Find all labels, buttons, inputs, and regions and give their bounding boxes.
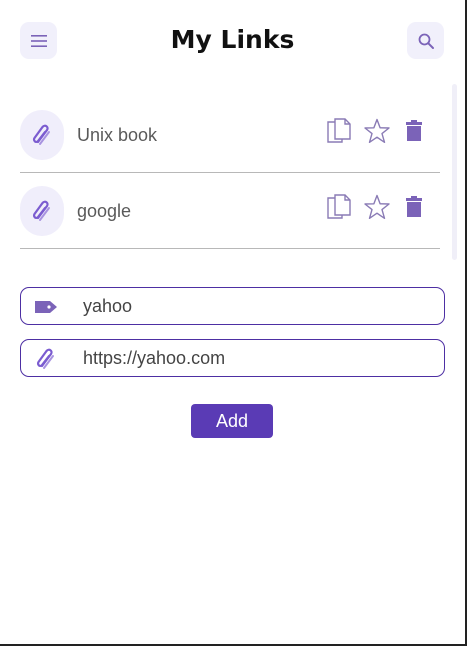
tag-icon — [35, 301, 57, 313]
favorite-button[interactable] — [363, 116, 391, 146]
link-name-field[interactable] — [20, 287, 445, 325]
trash-icon — [406, 196, 422, 217]
link-label: google — [77, 201, 132, 221]
add-button[interactable]: Add — [191, 404, 273, 438]
delete-button[interactable] — [400, 192, 428, 222]
star-icon — [364, 194, 390, 219]
paperclip-icon — [36, 348, 54, 369]
paperclip-icon — [32, 124, 50, 145]
link-item[interactable]: google — [20, 173, 440, 249]
paperclip-icon-wrap — [33, 346, 59, 372]
search-button[interactable] — [407, 22, 444, 59]
app-header: My Links — [0, 0, 465, 84]
link-url-input[interactable] — [83, 340, 423, 376]
link-url-field[interactable] — [20, 339, 445, 377]
copy-icon — [327, 118, 351, 143]
paperclip-icon — [32, 200, 50, 221]
copy-button[interactable] — [325, 116, 353, 146]
link-avatar — [20, 186, 64, 236]
copy-button[interactable] — [325, 192, 353, 222]
scrollbar[interactable] — [452, 84, 457, 260]
star-icon — [364, 118, 390, 143]
page-title: My Links — [170, 25, 295, 54]
link-avatar — [20, 110, 64, 160]
copy-icon — [327, 194, 351, 219]
trash-icon — [406, 120, 422, 141]
favorite-button[interactable] — [363, 192, 391, 222]
delete-button[interactable] — [400, 116, 428, 146]
link-name-input[interactable] — [83, 288, 423, 324]
tag-icon-wrap — [33, 294, 59, 320]
link-label: Unix book — [77, 125, 158, 145]
link-item[interactable]: Unix book — [20, 97, 440, 173]
search-icon — [418, 33, 434, 49]
